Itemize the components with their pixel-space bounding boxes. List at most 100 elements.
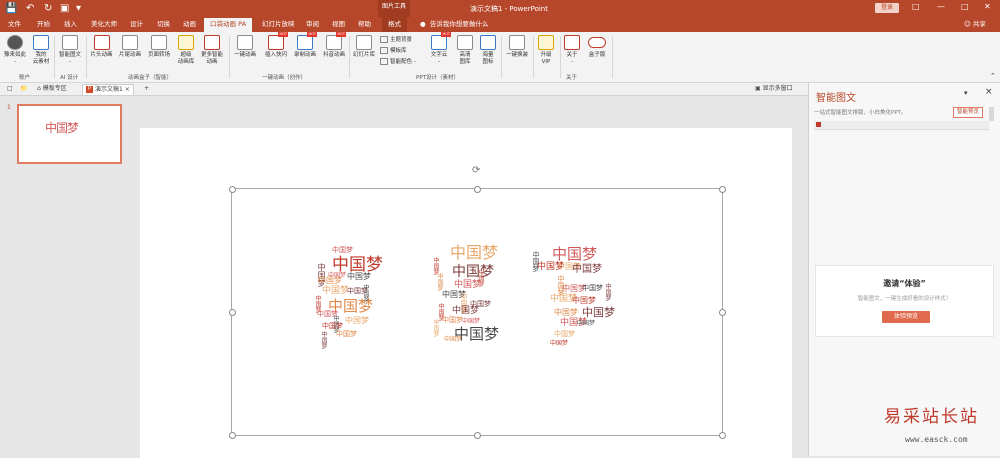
maximize-icon[interactable]: □: [961, 2, 969, 11]
close-icon[interactable]: ✕: [984, 2, 991, 11]
tab-file[interactable]: 文件: [8, 19, 21, 30]
ribbon: 豫来如此 - 我的 云素材 智能图文 - 片头动画 片尾动画 页面转场 超级 动画库 更…: [0, 32, 1000, 83]
doc-tab-templates[interactable]: ⌂ 模板专区: [34, 84, 70, 94]
experience-preview-button[interactable]: 体验预览: [882, 311, 930, 323]
word-cloud-word: 中国梦: [336, 330, 357, 338]
word-cloud-word: 中国梦: [347, 272, 371, 281]
tab-home[interactable]: 开始: [37, 19, 50, 30]
tab-animations[interactable]: 动画: [183, 19, 196, 30]
save-icon[interactable]: 💾: [5, 3, 17, 14]
close-tab-icon[interactable]: ×: [125, 86, 130, 93]
tab-insert[interactable]: 插入: [64, 19, 77, 30]
reskin-button[interactable]: 一键换装: [503, 35, 531, 59]
record-animation-button[interactable]: HOT 录制动画: [291, 32, 319, 59]
slide[interactable]: ⟳ 中国梦 中国梦 中国梦 中国梦 中国梦 中国梦 中国梦 中国梦 中国梦 中国梦 中国梦 中国梦 中国…: [140, 128, 792, 458]
resize-handle[interactable]: [719, 309, 726, 316]
thumbnail-word-cloud: 中国梦: [45, 121, 79, 135]
tab-design[interactable]: 设计: [130, 19, 143, 30]
word-cloud-word: 中国梦: [604, 283, 611, 301]
icon-library-button[interactable]: 海量 图标: [478, 35, 498, 66]
rotate-handle-icon[interactable]: ⟳: [472, 165, 480, 176]
word-cloud-button[interactable]: HOT 文字云 -: [428, 32, 451, 66]
group-divider: [54, 36, 55, 78]
ribbon-display-icon[interactable]: □: [912, 2, 920, 11]
word-cloud-word: 中国梦: [477, 269, 484, 287]
page-transition-button[interactable]: 页面转场: [145, 35, 173, 59]
tab-view[interactable]: 视图: [332, 19, 345, 30]
panel-subtitle: 一站式智能图文排版，小白美化PPT。: [814, 110, 907, 116]
show-multi-window-button[interactable]: ▣ 显示多窗口: [752, 84, 796, 94]
slide-thumbnail[interactable]: 中国梦: [17, 104, 122, 164]
word-cloud-word: 中国梦: [537, 262, 565, 272]
tab-slideshow[interactable]: 幻灯片放映: [262, 19, 295, 30]
invite-title: 邀请“体验”: [883, 279, 926, 288]
watermark-text: 易采站长站: [884, 407, 979, 427]
intro-animation-button[interactable]: 片头动画: [88, 35, 115, 59]
super-library-button[interactable]: 超级 动画库: [175, 35, 197, 66]
open-folder-icon[interactable]: 📁: [17, 84, 30, 94]
word-cloud-word: 中国梦: [442, 316, 463, 324]
hd-gallery-button[interactable]: 高清 图库: [455, 35, 475, 66]
list-marker-icon: [816, 122, 821, 127]
slide-library-button[interactable]: 幻灯片库: [350, 35, 378, 59]
share-button[interactable]: ☺ 共享: [964, 19, 986, 30]
resize-handle[interactable]: [229, 432, 236, 439]
resize-handle[interactable]: [229, 309, 236, 316]
group-divider: [501, 36, 502, 78]
my-cloud-button[interactable]: 我的 云素材: [30, 35, 52, 66]
word-cloud-word: 中国梦: [452, 264, 494, 280]
start-slideshow-icon[interactable]: ▣: [60, 3, 69, 14]
redo-icon[interactable]: ↻: [44, 3, 52, 14]
resize-handle[interactable]: [474, 186, 481, 193]
undo-icon[interactable]: ↶: [26, 3, 34, 14]
outro-animation-button[interactable]: 片尾动画: [116, 35, 144, 59]
panel-close-icon[interactable]: ×: [985, 87, 993, 97]
word-cloud-image[interactable]: ⟳ 中国梦 中国梦 中国梦 中国梦 中国梦 中国梦 中国梦 中国梦 中国梦 中国梦 中国梦 中国梦 中国…: [229, 165, 726, 439]
lightbulb-icon: ●: [420, 20, 430, 28]
smart-graphic-button[interactable]: 智能图文 -: [57, 35, 83, 66]
panel-scrollbar[interactable]: [989, 107, 994, 121]
smart-color-button[interactable]: 智能配色 -: [380, 58, 416, 66]
doc-tab-presentation[interactable]: P 演示文稿1 ×: [82, 84, 134, 95]
tab-help[interactable]: 帮助: [358, 19, 371, 30]
tab-format[interactable]: 格式: [382, 17, 407, 32]
resize-handle[interactable]: [229, 186, 236, 193]
resize-handle[interactable]: [719, 186, 726, 193]
smart-preview-button[interactable]: 智能预览: [953, 107, 983, 118]
upgrade-vip-button[interactable]: 升级 VIP: [536, 35, 556, 66]
tell-me-search[interactable]: ● 告诉我你想要做什么: [420, 19, 488, 30]
word-cloud-word: 中国梦: [572, 296, 596, 305]
tab-beautify[interactable]: 美化大师: [91, 19, 117, 30]
douyin-animation-button[interactable]: HOT 抖音动画: [320, 32, 348, 59]
collapse-ribbon-icon[interactable]: ⌃: [990, 72, 996, 80]
word-cloud-word: 中国梦: [577, 320, 596, 327]
theme-background-button[interactable]: 主题背景: [380, 36, 412, 44]
about-icon: [564, 35, 580, 50]
tab-transitions[interactable]: 切换: [157, 19, 170, 30]
word-cloud-word: 中国梦: [322, 286, 350, 296]
minimize-icon[interactable]: —: [937, 2, 945, 11]
account-button[interactable]: 豫来如此 -: [4, 35, 26, 66]
word-cloud-word: 中国梦: [436, 273, 443, 291]
more-smart-animation-button[interactable]: 更多智能 动画: [198, 35, 226, 66]
window-title: 演示文稿1 - PowerPoint: [470, 5, 548, 13]
login-button[interactable]: 登录: [875, 3, 899, 13]
template-library-button[interactable]: 模板库: [380, 47, 407, 55]
tab-review[interactable]: 审阅: [306, 19, 319, 30]
resize-handle[interactable]: [474, 432, 481, 439]
word-cloud-word: 中国梦: [362, 284, 369, 302]
tab-pocket-animation[interactable]: 口袋动画 PA: [204, 18, 253, 32]
customize-icon[interactable]: ▾: [76, 3, 81, 14]
word-cloud-word: 中国梦: [552, 245, 598, 263]
insert-flash-button[interactable]: HOT 插入快闪: [262, 32, 290, 59]
new-file-icon[interactable]: □: [4, 84, 16, 94]
resize-handle[interactable]: [719, 432, 726, 439]
douyin-icon: HOT: [326, 32, 346, 50]
panel-dropdown-icon[interactable]: ▾: [964, 89, 968, 97]
add-tab-button[interactable]: +: [141, 84, 152, 94]
one-click-animation-button[interactable]: 一键动画: [231, 35, 259, 59]
word-cloud-word: 中国梦: [444, 336, 463, 343]
box-edition-toggle[interactable]: 盒子版: [585, 35, 609, 59]
about-button[interactable]: 关于 -: [562, 35, 582, 66]
panel-title: 智能图文: [816, 93, 856, 104]
